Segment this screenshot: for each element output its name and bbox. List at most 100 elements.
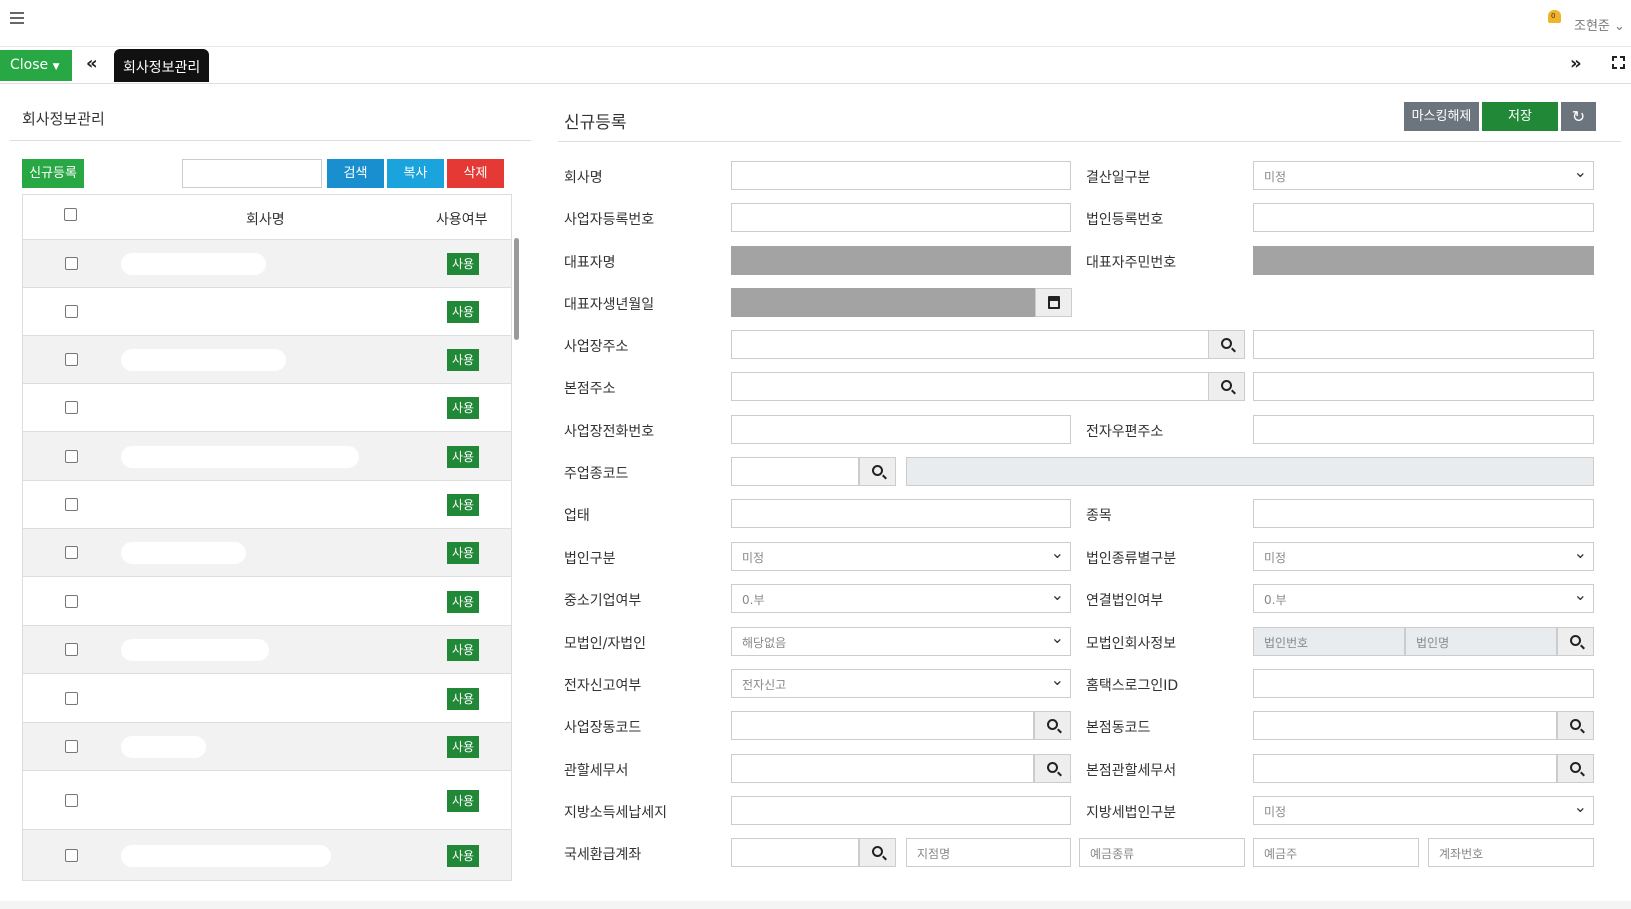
row-checkbox[interactable] (65, 353, 78, 366)
table-row[interactable]: 사용 (23, 288, 511, 336)
biz-reg-no-field[interactable] (731, 203, 1071, 232)
depositor-field[interactable]: 예금주 (1253, 838, 1419, 867)
corp-type-select[interactable]: 미정 (731, 542, 1071, 571)
table-row[interactable]: 사용 (23, 577, 511, 626)
delete-button[interactable]: 삭제 (447, 159, 504, 188)
ceo-name-field[interactable] (731, 246, 1071, 275)
fullscreen-icon[interactable] (1612, 56, 1625, 69)
ceo-birth-field[interactable] (731, 288, 1036, 317)
industry-code-field[interactable] (731, 457, 859, 486)
tab-company-info[interactable]: 회사정보관리 (114, 49, 210, 82)
notification-icon[interactable]: 0 (1548, 10, 1562, 26)
new-button[interactable]: 신규등록 (22, 159, 84, 188)
unmask-button[interactable]: 마스킹해제 (1404, 102, 1479, 131)
ceo-rrn-field[interactable] (1253, 246, 1594, 275)
row-checkbox[interactable] (65, 793, 78, 807)
branch-name-field[interactable]: 지점명 (906, 838, 1071, 867)
table-row[interactable]: 사용 (23, 384, 511, 432)
hq-address-detail-field[interactable] (1253, 372, 1594, 401)
table-row[interactable]: 사용 (23, 830, 511, 880)
deposit-type-field[interactable]: 예금종류 (1079, 838, 1245, 867)
sme-select[interactable]: 0.부 (731, 584, 1071, 613)
menu-icon[interactable] (10, 12, 24, 24)
hometax-id-field[interactable] (1253, 669, 1594, 698)
grid-scrollbar[interactable] (514, 238, 519, 340)
tab-scroll-right-icon[interactable]: » (1570, 53, 1582, 74)
biz-address-detail-field[interactable] (1253, 330, 1594, 359)
table-row[interactable]: 사용 (23, 529, 511, 577)
corp-reg-no-field[interactable] (1253, 203, 1594, 232)
business-item-label: 종목 (1086, 508, 1112, 524)
biz-phone-field[interactable] (731, 415, 1071, 444)
save-button[interactable]: 저장 (1482, 102, 1558, 131)
row-checkbox[interactable] (65, 305, 78, 318)
e-filing-select[interactable]: 전자신고 (731, 669, 1071, 698)
use-badge: 사용 (447, 789, 479, 812)
local-tax-place-field[interactable] (731, 796, 1071, 825)
industry-code-search-button[interactable] (859, 457, 896, 486)
closing-type-select[interactable]: 미정 (1253, 161, 1594, 190)
table-row[interactable]: 사용 (23, 626, 511, 674)
calendar-icon (1048, 296, 1060, 309)
search-input[interactable] (182, 159, 322, 188)
select-all-checkbox[interactable] (64, 208, 77, 221)
table-row[interactable]: 사용 (23, 481, 511, 529)
consolidated-select[interactable]: 0.부 (1253, 584, 1594, 613)
account-no-field[interactable]: 계좌번호 (1428, 838, 1594, 867)
row-checkbox[interactable] (65, 546, 78, 559)
row-checkbox[interactable] (65, 849, 78, 862)
row-checkbox[interactable] (65, 401, 78, 414)
use-badge: 사용 (447, 542, 479, 564)
use-badge: 사용 (447, 687, 479, 710)
table-row[interactable]: 사용 (23, 240, 511, 288)
local-corp-type-select[interactable]: 미정 (1253, 796, 1594, 825)
biz-address-label: 사업장주소 (564, 339, 629, 355)
search-button[interactable]: 검색 (327, 159, 384, 188)
table-row[interactable]: 사용 (23, 336, 511, 384)
date-picker-button[interactable] (1035, 288, 1072, 317)
corp-kind-select[interactable]: 미정 (1253, 542, 1594, 571)
biz-address-field[interactable] (731, 330, 1209, 359)
tax-office-field[interactable] (731, 754, 1034, 783)
table-row[interactable]: 사용 (23, 771, 511, 830)
copy-button[interactable]: 복사 (387, 159, 444, 188)
hq-dong-code-search-button[interactable] (1557, 711, 1594, 740)
hq-address-label: 본점주소 (564, 381, 616, 397)
biz-dong-code-field[interactable] (731, 711, 1034, 740)
row-checkbox[interactable] (65, 498, 78, 511)
hq-address-search-button[interactable] (1208, 372, 1245, 401)
row-checkbox[interactable] (65, 257, 78, 270)
company-name-cell (121, 639, 269, 661)
table-row[interactable]: 사용 (23, 432, 511, 481)
refresh-icon[interactable]: ↻ (1561, 102, 1596, 131)
row-checkbox[interactable] (65, 691, 78, 705)
row-checkbox[interactable] (65, 449, 78, 463)
business-item-field[interactable] (1253, 499, 1594, 528)
search-icon (1570, 719, 1581, 730)
biz-address-search-button[interactable] (1208, 330, 1245, 359)
bank-code-field[interactable] (731, 838, 859, 867)
hq-address-field[interactable] (731, 372, 1209, 401)
user-menu[interactable]: 조현준 ⌄ (1574, 15, 1625, 34)
table-row[interactable]: 사용 (23, 723, 511, 771)
row-checkbox[interactable] (65, 643, 78, 656)
parent-sub-select[interactable]: 해당없음 (731, 627, 1071, 656)
parent-corp-no-field: 법인번호 (1253, 627, 1405, 656)
biz-dong-code-search-button[interactable] (1034, 711, 1071, 740)
company-name-field[interactable] (731, 161, 1071, 190)
hq-dong-code-field[interactable] (1253, 711, 1557, 740)
tab-scroll-left-icon[interactable]: « (86, 53, 98, 74)
row-checkbox[interactable] (65, 594, 78, 608)
tax-office-search-button[interactable] (1034, 754, 1071, 783)
use-badge: 사용 (447, 349, 479, 371)
hq-tax-office-field[interactable] (1253, 754, 1557, 783)
close-dropdown-button[interactable]: Close ▼ (0, 50, 72, 81)
parent-info-search-button[interactable] (1557, 627, 1594, 656)
business-type-field[interactable] (731, 499, 1071, 528)
bank-search-button[interactable] (859, 838, 896, 867)
email-field[interactable] (1253, 415, 1594, 444)
row-checkbox[interactable] (65, 740, 78, 753)
use-badge: 사용 (447, 639, 479, 661)
table-row[interactable]: 사용 (23, 674, 511, 723)
hq-tax-office-search-button[interactable] (1557, 754, 1594, 783)
